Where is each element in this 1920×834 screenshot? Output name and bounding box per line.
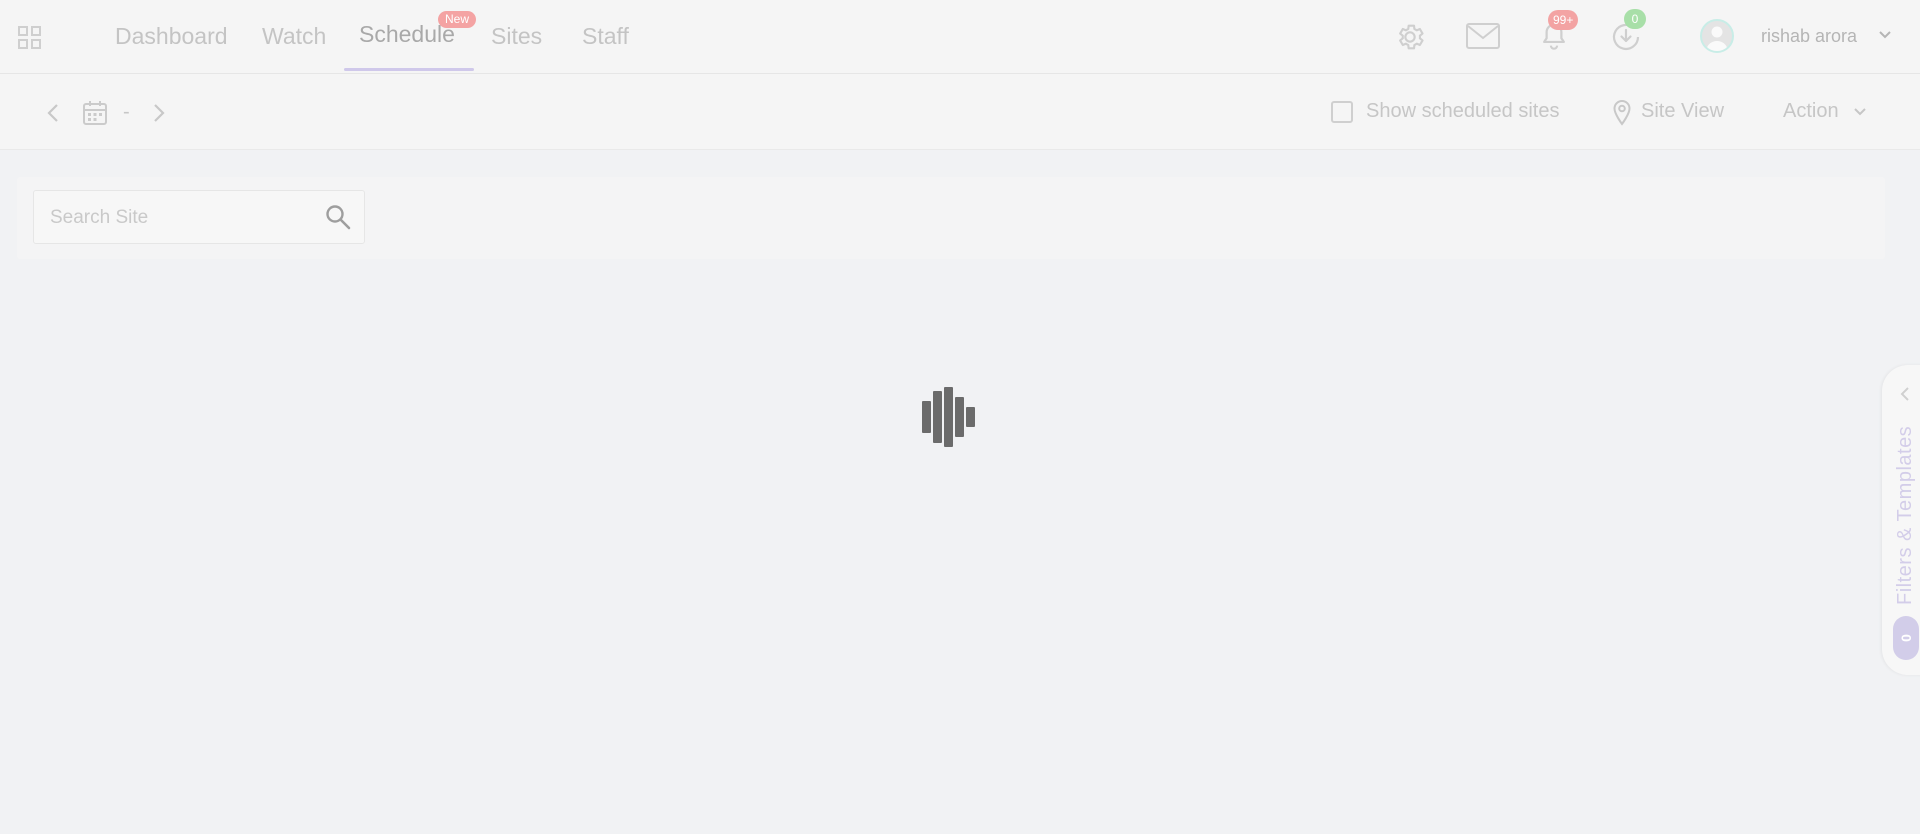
- drawer-label[interactable]: Filters & Templates: [1894, 426, 1917, 605]
- show-scheduled-checkbox[interactable]: [1331, 101, 1353, 123]
- gear-icon[interactable]: [1394, 21, 1426, 53]
- filters-templates-drawer[interactable]: Filters & Templates 0: [1882, 365, 1920, 675]
- show-scheduled-label[interactable]: Show scheduled sites: [1366, 100, 1559, 123]
- previous-date-icon[interactable]: [44, 102, 62, 124]
- search-icon[interactable]: [325, 204, 351, 230]
- chevron-down-icon[interactable]: [1878, 30, 1892, 40]
- chevron-left-icon[interactable]: [1898, 385, 1912, 403]
- loading-spinner: [922, 387, 976, 447]
- action-menu-button[interactable]: Action: [1783, 100, 1839, 123]
- tab-dashboard[interactable]: Dashboard: [115, 20, 228, 52]
- calendar-icon[interactable]: [82, 100, 108, 126]
- tab-sites[interactable]: Sites: [491, 20, 542, 52]
- tab-staff[interactable]: Staff: [582, 20, 629, 52]
- notification-count-badge: 99+: [1548, 10, 1579, 30]
- top-nav-bar: Dashboard Watch Schedule New Sites Staff…: [0, 0, 1920, 74]
- new-badge: New: [438, 11, 477, 28]
- avatar[interactable]: [1700, 19, 1734, 53]
- apps-grid-icon[interactable]: [18, 26, 42, 50]
- filter-count-badge: 0: [1893, 616, 1919, 660]
- date-range-text[interactable]: -: [123, 101, 130, 124]
- search-input[interactable]: [48, 204, 322, 232]
- downloads-count-badge: 0: [1624, 9, 1646, 29]
- schedule-toolbar: - Show scheduled sites Site View Action: [0, 74, 1920, 150]
- user-name[interactable]: rishab arora: [1761, 26, 1857, 47]
- location-pin-icon[interactable]: [1612, 99, 1632, 127]
- mail-icon[interactable]: [1465, 21, 1501, 51]
- user-avatar-icon: [1706, 26, 1728, 51]
- active-tab-indicator: [344, 68, 474, 71]
- site-view-button[interactable]: Site View: [1641, 100, 1724, 123]
- tab-watch[interactable]: Watch: [262, 20, 326, 52]
- chevron-down-icon[interactable]: [1853, 107, 1867, 117]
- next-date-icon[interactable]: [150, 102, 168, 124]
- search-site-box: [33, 190, 365, 244]
